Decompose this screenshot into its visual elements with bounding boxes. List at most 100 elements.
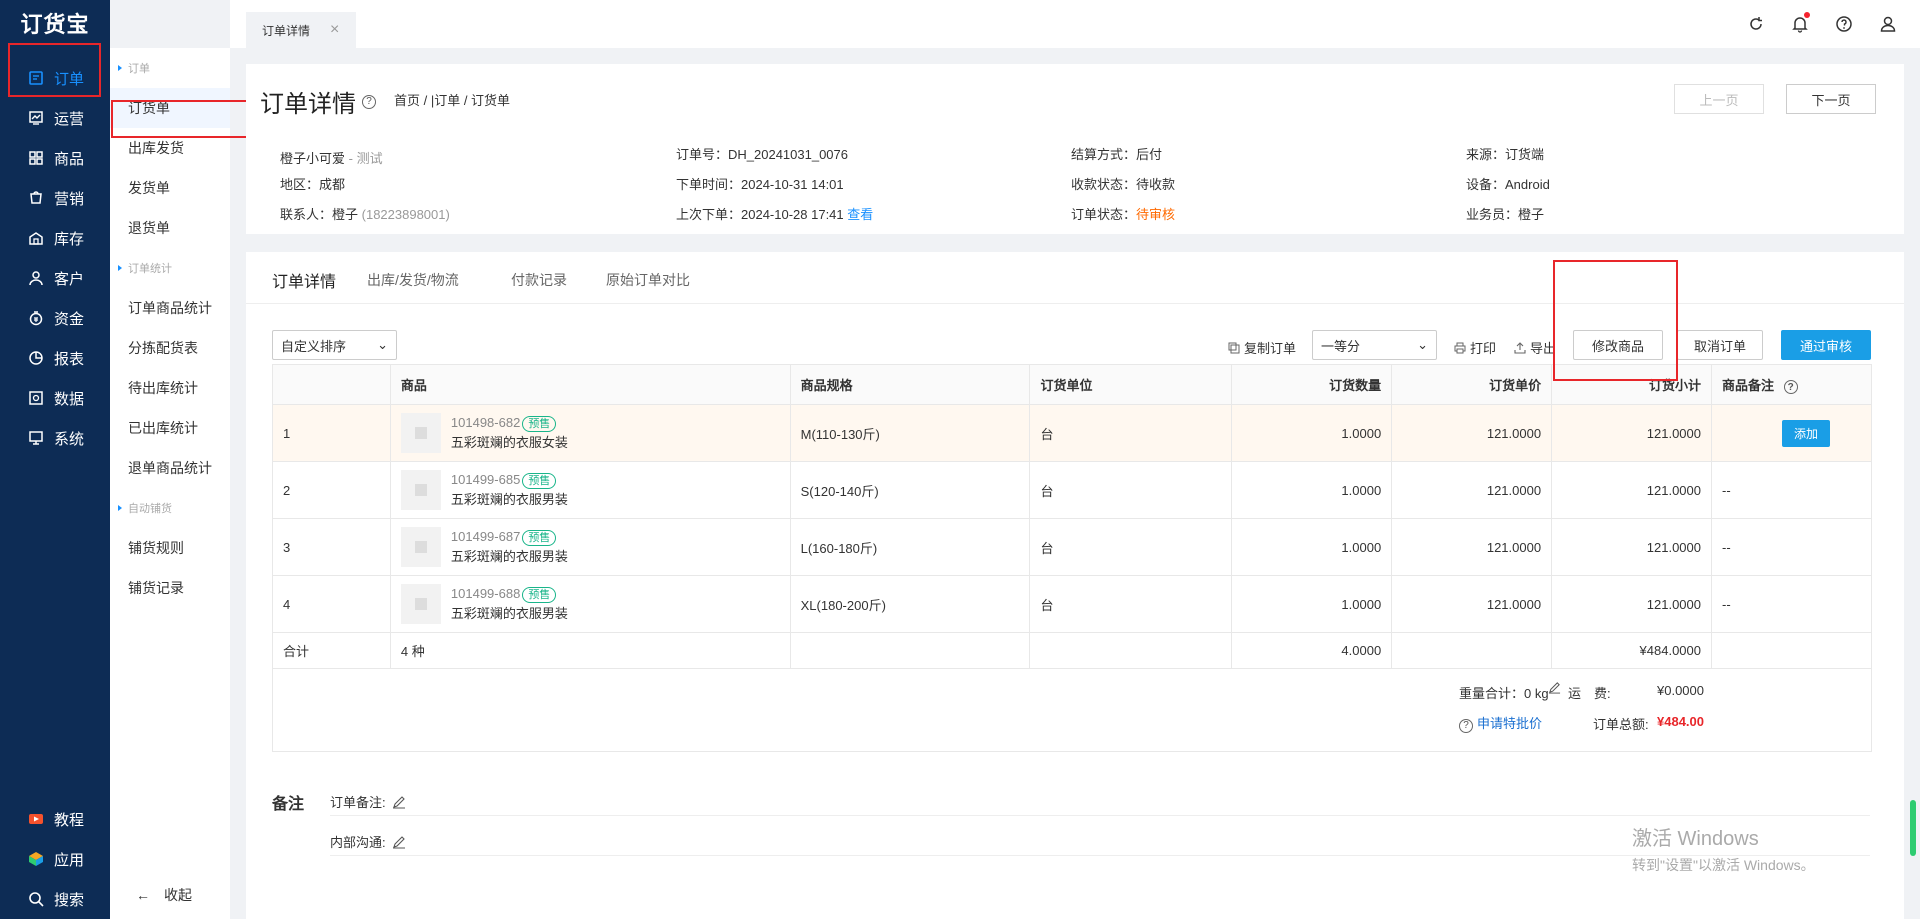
sub-item-auto-rule[interactable]: 铺货规则 xyxy=(110,528,230,568)
tab-order-detail-content[interactable]: 订单详情 xyxy=(272,268,336,292)
sub-group-order[interactable]: 订单 xyxy=(110,48,230,88)
page-title: 订单详情 ? xyxy=(260,84,376,119)
row-unit: 台 xyxy=(1029,461,1233,519)
nav-label: 资金 xyxy=(54,310,85,328)
sub-item-purchase-order[interactable]: 订货单 xyxy=(110,88,230,128)
view-link[interactable]: 查看 xyxy=(847,207,873,222)
sub-group-auto[interactable]: 自动铺货 xyxy=(110,488,230,528)
nav-item-report[interactable]: 报表 xyxy=(0,338,110,378)
tab-payment-record[interactable]: 付款记录 xyxy=(511,270,567,290)
internal-remark-row: 内部沟通: xyxy=(330,832,406,851)
edit-icon[interactable] xyxy=(392,835,406,849)
order-remark-row: 订单备注: xyxy=(330,792,406,811)
row-unit: 台 xyxy=(1029,404,1233,462)
scrollbar-thumb[interactable] xyxy=(1910,800,1916,856)
refresh-icon[interactable] xyxy=(1746,14,1766,34)
add-remark-button[interactable]: 添加 xyxy=(1782,419,1831,447)
nav-item-system[interactable]: 系统 xyxy=(0,418,110,458)
breadcrumb[interactable]: 首页 / |订单 / 订货单 xyxy=(394,90,510,109)
product-thumbnail xyxy=(400,584,441,624)
nav-item-stock[interactable]: 库存 xyxy=(0,218,110,258)
nav-item-customer[interactable]: 客户 xyxy=(0,258,110,298)
bell-icon[interactable] xyxy=(1790,12,1810,34)
nav-label: 数据 xyxy=(54,390,85,408)
table-row[interactable]: 2 101499-685 预售 五彩斑斓的衣服男装 S(120-140斤) 台 1.… xyxy=(272,461,1872,519)
collapse-button[interactable]: ← 收起 xyxy=(136,885,192,905)
sub-item-auto-record[interactable]: 铺货记录 xyxy=(110,568,230,608)
copy-order-button[interactable]: 复制订单 xyxy=(1228,338,1296,357)
row-qty: 1.0000 xyxy=(1231,575,1393,633)
nav-item-app[interactable]: 应用 xyxy=(0,839,110,879)
tab-order-detail[interactable]: 订单详情 × xyxy=(246,12,356,48)
stock-icon xyxy=(28,230,44,246)
table-row[interactable]: 1 101498-682 预售 五彩斑斓的衣服女装 M(110-130斤) 台 1.… xyxy=(272,404,1872,462)
cancel-order-button[interactable]: 取消订单 xyxy=(1677,330,1763,360)
product-name: 五彩斑斓的衣服女装 xyxy=(450,435,568,450)
order-header-card: 订单详情 ? 首页 / |订单 / 订货单 上一页 下一页 橙子小可爱 - 测试… xyxy=(246,64,1904,234)
tab-logistics[interactable]: 出库/发货/物流 xyxy=(367,270,459,290)
salesman: 业务员：橙子 xyxy=(1466,207,1545,222)
sort-select[interactable]: 自定义排序 ⌄ xyxy=(272,330,397,360)
print-button[interactable]: 打印 xyxy=(1454,338,1496,357)
sub-nav: 订单 订货单 出库发货 发货单 退货单 订单统计 订单商品统计 分拣配货表 待出… xyxy=(110,48,230,919)
order-no: 订单号：DH_20241031_0076 xyxy=(676,147,848,162)
nav-item-money[interactable]: 资金 xyxy=(0,298,110,338)
nav-item-data[interactable]: 数据 xyxy=(0,378,110,418)
sum-kinds: 4 种 xyxy=(389,632,791,669)
nav-item-goods[interactable]: 商品 xyxy=(0,138,110,178)
prev-page-button[interactable]: 上一页 xyxy=(1674,84,1764,114)
nav-item-order[interactable]: 订单 xyxy=(0,58,110,98)
special-price-link[interactable]: ? 申请特批价 xyxy=(1459,713,1542,733)
help-circle-icon[interactable]: ? xyxy=(1783,380,1798,395)
settle-method: 结算方式：后付 xyxy=(1071,147,1163,162)
row-qty: 1.0000 xyxy=(1231,518,1393,576)
nav-item-search[interactable]: 搜索 xyxy=(0,879,110,919)
table-row[interactable]: 3 101499-687 预售 五彩斑斓的衣服男装 L(160-180斤) 台 1.… xyxy=(272,518,1872,576)
order-total-label: 订单总额: xyxy=(1593,717,1649,732)
app-logo[interactable]: 订货宝 xyxy=(0,0,110,46)
table-sum-row: 合计 4 种 4.0000 ¥484.0000 xyxy=(272,632,1872,669)
sub-item-return[interactable]: 退货单 xyxy=(110,208,230,248)
table-row[interactable]: 4 101499-688 预售 五彩斑斓的衣服男装 XL(180-200斤) 台 1… xyxy=(272,575,1872,633)
next-page-button[interactable]: 下一页 xyxy=(1786,84,1876,114)
row-subtotal: 121.0000 xyxy=(1551,461,1712,519)
tab-original-compare[interactable]: 原始订单对比 xyxy=(606,270,690,290)
product-name: 五彩斑斓的衣服男装 xyxy=(450,549,568,564)
sub-item-picking[interactable]: 分拣配货表 xyxy=(110,328,230,368)
modify-goods-button[interactable]: 修改商品 xyxy=(1573,330,1663,360)
close-icon[interactable]: × xyxy=(330,21,339,39)
help-circle-icon: ? xyxy=(1459,718,1473,733)
help-circle-icon[interactable]: ? xyxy=(362,94,376,109)
edit-icon[interactable] xyxy=(392,795,406,809)
source: 来源：订货端 xyxy=(1466,147,1545,162)
sub-group-stats[interactable]: 订单统计 xyxy=(110,248,230,288)
freight-edit-icon[interactable] xyxy=(1548,681,1561,697)
last-order-text: 上次下单：2024-10-28 17:41 xyxy=(676,207,844,222)
level-select[interactable]: 一等分 ⌄ xyxy=(1312,330,1437,360)
nav-label: 搜索 xyxy=(54,891,85,909)
nav-item-operation[interactable]: 运营 xyxy=(0,98,110,138)
watermark-line2: 转到"设置"以激活 Windows。 xyxy=(1632,857,1815,873)
sub-item-return-stats[interactable]: 退单商品统计 xyxy=(110,448,230,488)
nav-item-marketing[interactable]: 营销 xyxy=(0,178,110,218)
collapse-arrow-icon: ← xyxy=(136,887,150,903)
help-icon[interactable] xyxy=(1834,14,1854,34)
sub-item-outbound[interactable]: 出库发货 xyxy=(110,128,230,168)
export-button[interactable]: 导出 xyxy=(1514,338,1556,357)
sub-item-goods-stats[interactable]: 订单商品统计 xyxy=(110,288,230,328)
contact-text: 联系人：橙子 xyxy=(280,207,359,222)
nav-label: 教程 xyxy=(54,811,85,829)
order-status-label: 订单状态： xyxy=(1071,207,1137,222)
row-unit: 台 xyxy=(1029,575,1233,633)
sum-empty xyxy=(1391,632,1553,669)
sub-item-shipment[interactable]: 发货单 xyxy=(110,168,230,208)
user-icon[interactable] xyxy=(1878,14,1898,34)
nav-item-tutorial[interactable]: 教程 xyxy=(0,799,110,839)
print-icon xyxy=(1454,342,1466,353)
nav-label: 营销 xyxy=(54,190,85,208)
order-detail-card: 订单详情 出库/发货/物流 付款记录 原始订单对比 自定义排序 ⌄ 复制订单 一等… xyxy=(246,252,1904,919)
sub-item-pending-out[interactable]: 待出库统计 xyxy=(110,368,230,408)
contact-phone: (18223898001) xyxy=(361,207,450,222)
sub-item-done-out[interactable]: 已出库统计 xyxy=(110,408,230,448)
approve-button[interactable]: 通过审核 xyxy=(1781,330,1871,360)
